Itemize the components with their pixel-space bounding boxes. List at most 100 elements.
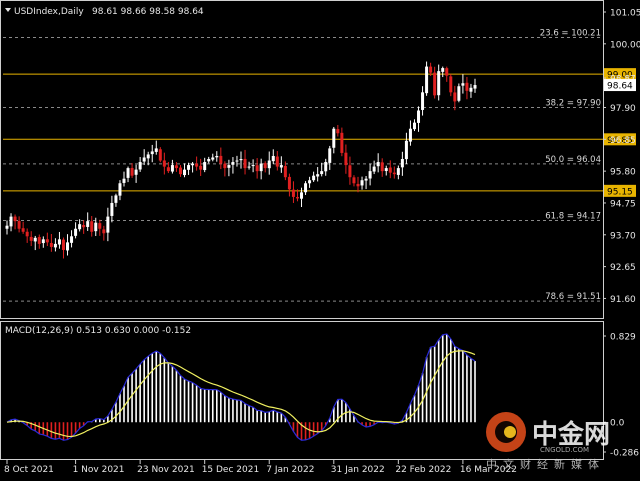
candle-body: [49, 242, 53, 247]
candle-body: [271, 155, 275, 162]
time-axis: 8 Oct 2021 1 Nov 2021 23 Nov 2021 15 Dec 20…: [4, 460, 517, 475]
candle-body: [461, 83, 465, 86]
candle-body: [283, 165, 287, 178]
price-tick-label: 91.60: [610, 295, 636, 305]
candle-body: [441, 68, 445, 72]
candle-body: [336, 129, 340, 134]
candle-body: [332, 128, 336, 148]
candle-body: [150, 151, 154, 155]
candle-body: [429, 66, 433, 73]
candle-body: [328, 148, 332, 163]
candle-body: [304, 183, 308, 193]
candle-body: [417, 110, 421, 123]
candle-body: [37, 236, 41, 244]
candle-body: [207, 159, 211, 162]
candle-body: [320, 171, 324, 175]
candle-body: [279, 165, 283, 168]
candle-body: [154, 148, 158, 152]
candle-body: [425, 66, 429, 94]
macd-line: [6, 333, 476, 441]
candle-body: [433, 72, 437, 96]
fib-label: 50.0 = 96.04: [545, 155, 601, 165]
candle-body: [146, 154, 150, 159]
candle-body: [287, 176, 291, 190]
candle-body: [275, 156, 279, 167]
candle-body: [223, 163, 227, 169]
candle-body: [41, 239, 45, 244]
fibonacci-levels: 23.6 = 100.21 38.2 = 97.90 50.0 = 96.04 61.…: [3, 28, 603, 302]
candle-body: [74, 228, 78, 236]
candle-body: [211, 157, 215, 160]
candle-body: [445, 68, 449, 76]
candle-body: [78, 224, 82, 230]
fib-label: 61.8 = 94.17: [545, 212, 601, 222]
candle-body: [66, 242, 70, 251]
time-tick-label: 8 Oct 2021: [4, 465, 54, 475]
candle-body: [259, 163, 263, 172]
watermark-tagline: 中文财经新媒体: [486, 457, 605, 471]
candle-body: [368, 171, 372, 179]
candle-body: [5, 225, 9, 229]
price-tick-label: 95.80: [610, 168, 636, 178]
candle-body: [102, 229, 106, 234]
signal-line: [6, 350, 476, 438]
candle-body: [219, 155, 223, 164]
candle-body: [70, 236, 74, 243]
candle-body: [404, 140, 408, 160]
candle-body: [396, 168, 400, 175]
macd-label: MACD(12,26,9) 0.513 0.630 0.000 -0.152: [5, 326, 191, 336]
watermark-domain: CNGOLD.COM: [540, 446, 589, 454]
candle-body: [162, 160, 166, 167]
main-pane-frame: [0, 0, 604, 319]
candle-body: [122, 178, 126, 183]
watermark: 中金网 CNGOLD.COM 中文财经新媒体: [486, 412, 610, 471]
candle-body: [191, 163, 195, 166]
candle-body: [352, 177, 356, 184]
time-tick-label: 15 Dec 2021: [202, 465, 259, 475]
candle-body: [25, 231, 29, 237]
candle-body: [126, 168, 130, 178]
candle-body: [457, 86, 461, 101]
candle-body: [130, 167, 134, 176]
fib-label: 23.6 = 100.21: [540, 28, 601, 38]
candle-body: [82, 225, 86, 228]
candle-body: [61, 239, 65, 250]
candle-body: [465, 82, 469, 91]
ohlc-readout: 98.61 98.66 98.58 98.64: [92, 7, 204, 17]
candle-body: [57, 239, 61, 245]
price-tick-label: 97.90: [610, 104, 636, 114]
candle-body: [174, 165, 178, 169]
candle-body: [473, 85, 477, 89]
candle-body: [364, 178, 368, 181]
fib-label: 78.6 = 91.51: [545, 292, 601, 302]
collapse-triangle-icon[interactable]: [5, 8, 11, 12]
symbol-label: USDIndex,Daily: [14, 7, 84, 17]
candle-body: [348, 165, 352, 178]
candle-body: [469, 87, 473, 92]
candle-body: [90, 221, 94, 232]
fib-label: 38.2 = 97.90: [545, 98, 601, 108]
macd-tick-label: -0.286: [610, 449, 639, 459]
candle-body: [412, 122, 416, 130]
candle-body: [215, 155, 219, 158]
candle-body: [98, 223, 102, 229]
price-tick-label: 96.85: [610, 136, 636, 146]
candle-body: [437, 71, 441, 96]
candle-body: [295, 197, 299, 199]
candle-body: [53, 243, 57, 248]
candle-body: [372, 166, 376, 172]
candle-body: [239, 159, 243, 161]
candle-body: [166, 167, 170, 172]
price-tick-label: 100.00: [610, 40, 640, 50]
candle-body: [183, 169, 187, 176]
candle-body: [449, 76, 453, 93]
candle-body: [9, 216, 13, 227]
price-tick-label: 93.70: [610, 231, 636, 241]
candle-body: [13, 216, 17, 222]
candle-body: [408, 128, 412, 142]
candle-body: [312, 175, 316, 181]
candle-body: [199, 165, 203, 170]
candle-body: [158, 149, 162, 161]
candle-body: [118, 183, 122, 196]
candle-body: [384, 168, 388, 172]
